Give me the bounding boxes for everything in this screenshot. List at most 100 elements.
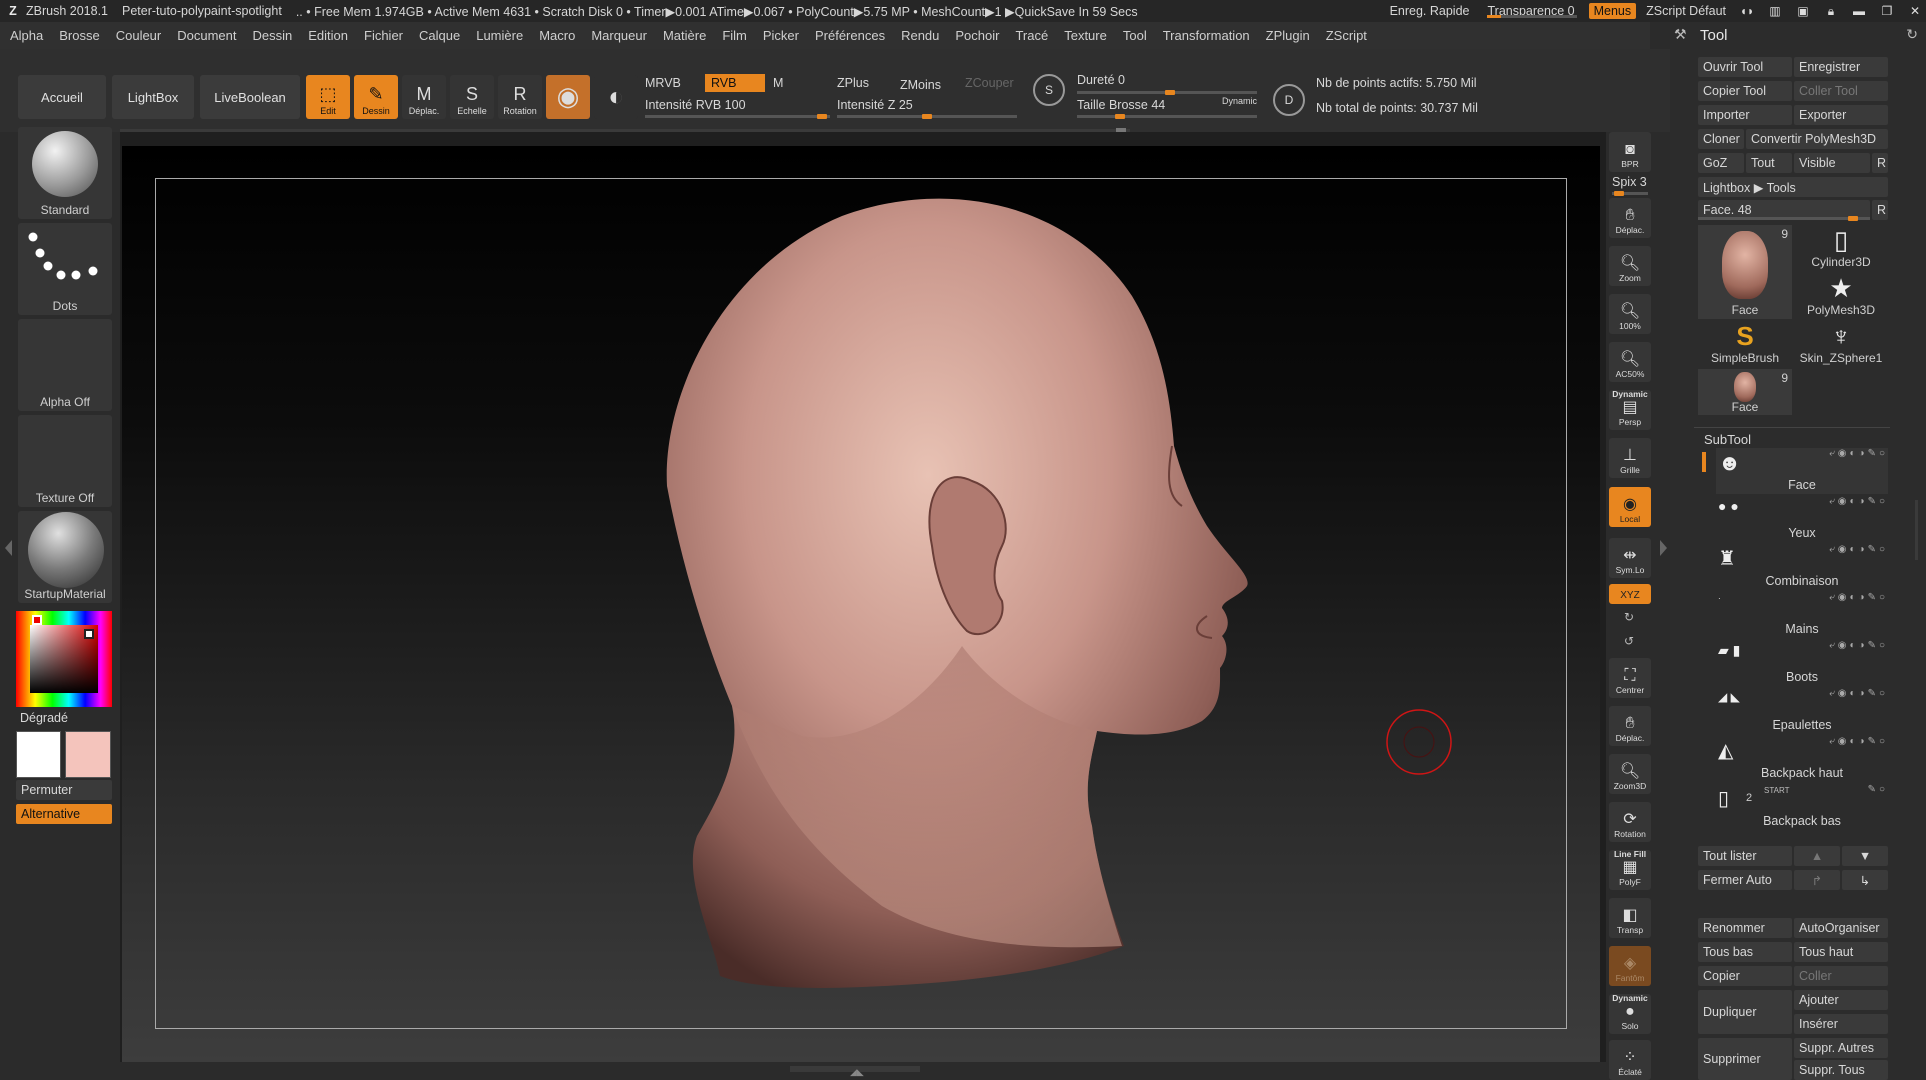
backpack-bottom-subtool-toggles[interactable]: ✎○ (1868, 784, 1888, 795)
main-color-swatch[interactable] (16, 731, 61, 778)
all-low-button[interactable]: Tous bas (1698, 942, 1792, 962)
tool-slider[interactable]: Face. 48 (1698, 200, 1870, 221)
xyz-button[interactable]: XYZ (1609, 584, 1651, 604)
floor-grid-button[interactable]: ⊥ Grille (1609, 438, 1651, 478)
refresh-icon[interactable]: ↻ (1906, 26, 1918, 43)
rvb-toggle[interactable]: RVB (705, 74, 765, 92)
copy-tool-button[interactable]: Copier Tool (1698, 81, 1792, 101)
boots-subtool-toggles[interactable]: ⤶◉◐◑✎○ (1829, 640, 1888, 651)
ghost-button[interactable]: ◈ Fantôm (1609, 946, 1651, 986)
face-subtool-toggles[interactable]: ⤶◉◐◑✎○ (1829, 448, 1888, 459)
brush-picker[interactable]: Standard (18, 127, 112, 219)
polymesh-tool-thumb[interactable]: ★ PolyMesh3D (1794, 273, 1888, 319)
rotate-y-icon[interactable]: ↻ (1624, 610, 1634, 624)
all-high-button[interactable]: Tous haut (1794, 942, 1888, 962)
save-tool-button[interactable]: Enregistrer (1794, 57, 1888, 77)
delete-all-button[interactable]: Suppr. Tous (1794, 1060, 1888, 1080)
menu-calque[interactable]: Calque (419, 28, 460, 43)
half-size-button[interactable]: 🔍︎ AC50% (1609, 342, 1651, 382)
subtool-row-eyes[interactable]: ● ● ⤶◉◐◑✎○ Yeux (1716, 496, 1888, 542)
menu-zscript[interactable]: ZScript (1326, 28, 1367, 43)
subtool-title[interactable]: SubTool (1704, 432, 1751, 447)
transparency-slider[interactable]: Transparence 0 (1481, 4, 1580, 18)
dynamic-size-toggle[interactable]: Dynamic (1222, 96, 1257, 106)
subtool-scroll-indicator[interactable] (1702, 452, 1706, 472)
tool-slider-r-button[interactable]: R (1872, 200, 1888, 220)
rename-button[interactable]: Renommer (1698, 918, 1792, 938)
alpha-picker[interactable]: Alpha Off (18, 319, 112, 411)
goz-visible-button[interactable]: Visible (1794, 153, 1870, 173)
append-button[interactable]: Ajouter (1794, 990, 1888, 1010)
scale-button[interactable]: S Echelle (450, 75, 494, 119)
config-icon[interactable]: ◖◗ (1736, 4, 1758, 18)
list-all-button[interactable]: Tout lister (1698, 846, 1792, 866)
menu-preferences[interactable]: Préférences (815, 28, 885, 43)
hardness-slider[interactable] (1077, 90, 1257, 95)
skin-zsphere-tool-thumb[interactable]: ♆ Skin_ZSphere1 (1794, 321, 1888, 367)
explode-button[interactable]: ⁘ Éclaté (1609, 1040, 1651, 1080)
menu-tool[interactable]: Tool (1123, 28, 1147, 43)
material-preview-button[interactable]: ◉ (546, 75, 590, 119)
subtool-row-backpack-top[interactable]: ◭ ⤶◉◐◑✎○ Backpack haut (1716, 736, 1888, 782)
move-up-arrow-icon[interactable]: ▲ (1794, 846, 1840, 866)
frame-button[interactable]: ⛶ Centrer (1609, 658, 1651, 698)
minimize-icon[interactable]: ▬ (1848, 4, 1870, 18)
hands-subtool-toggles[interactable]: ⤶◉◐◑✎○ (1829, 592, 1888, 603)
draw-button[interactable]: ✎ Dessin (354, 75, 398, 119)
arrow-down-right-icon[interactable]: ↳ (1842, 870, 1888, 890)
solo-button[interactable]: Dynamic ● Solo (1609, 994, 1651, 1034)
move-view-button[interactable]: ✋︎ Déplac. (1609, 198, 1651, 238)
goz-button[interactable]: GoZ (1698, 153, 1744, 173)
menu-rendu[interactable]: Rendu (901, 28, 939, 43)
draw-size-icon[interactable]: D (1273, 84, 1305, 116)
alternative-button[interactable]: Alternative (16, 804, 112, 824)
auto-collapse-button[interactable]: Fermer Auto (1698, 870, 1792, 890)
menu-picker[interactable]: Picker (763, 28, 799, 43)
accueil-button[interactable]: Accueil (18, 75, 106, 119)
lock-icon[interactable]: 🔒︎ (1820, 4, 1842, 19)
menu-marqueur[interactable]: Marqueur (591, 28, 647, 43)
rotate-3d-button[interactable]: ⟳ Rotation (1609, 802, 1651, 842)
menu-pochoir[interactable]: Pochoir (955, 28, 999, 43)
backpack-top-subtool-toggles[interactable]: ⤶◉◐◑✎○ (1829, 736, 1888, 747)
tool-palette-title[interactable]: Tool (1670, 22, 1926, 48)
export-button[interactable]: Exporter (1794, 105, 1888, 125)
menu-matiere[interactable]: Matière (663, 28, 706, 43)
m-toggle[interactable]: M (773, 76, 783, 90)
simplebrush-tool-thumb[interactable]: S SimpleBrush (1698, 321, 1792, 367)
paste-subtool-button[interactable]: Coller (1794, 966, 1888, 986)
zsub-toggle[interactable]: ZMoins (900, 78, 941, 92)
menu-fichier[interactable]: Fichier (364, 28, 403, 43)
delete-button[interactable]: Supprimer (1698, 1038, 1792, 1080)
texture-picker[interactable]: Texture Off (18, 415, 112, 507)
cylinder-tool-thumb[interactable]: ▯ Cylinder3D (1794, 225, 1888, 271)
stroke-picker[interactable]: Dots (18, 223, 112, 315)
subtool-row-suit[interactable]: ♜ ⤶◉◐◑✎○ Combinaison (1716, 544, 1888, 590)
local-symmetry-button[interactable]: ◉ Local (1609, 487, 1651, 527)
gradient-sphere-button[interactable]: ◐ (594, 75, 638, 119)
menu-document[interactable]: Document (177, 28, 236, 43)
menu-transformation[interactable]: Transformation (1163, 28, 1250, 43)
menu-macro[interactable]: Macro (539, 28, 575, 43)
zadd-toggle[interactable]: ZPlus (837, 76, 869, 90)
zcut-toggle[interactable]: ZCouper (965, 76, 1014, 90)
menu-zplugin[interactable]: ZPlugin (1266, 28, 1310, 43)
rgb-intensity-slider[interactable] (645, 114, 830, 119)
menu-alpha[interactable]: Alpha (10, 28, 43, 43)
menu-texture[interactable]: Texture (1064, 28, 1107, 43)
goz-r-button[interactable]: R (1872, 153, 1888, 173)
color-picker[interactable] (16, 611, 112, 707)
focal-shift-icon[interactable]: S (1033, 74, 1065, 106)
zscript-default-button[interactable]: ZScript Défaut (1642, 4, 1730, 18)
polyframe-button[interactable]: Line Fill ▦ PolyF (1609, 850, 1651, 890)
lightbox-button[interactable]: LightBox (112, 75, 194, 119)
eyes-subtool-toggles[interactable]: ⤶◉◐◑✎○ (1829, 496, 1888, 507)
menu-edition[interactable]: Edition (308, 28, 348, 43)
goz-all-button[interactable]: Tout (1746, 153, 1792, 173)
ui-icon[interactable]: ▣ (1792, 4, 1814, 18)
color-marker[interactable] (84, 629, 94, 639)
face-tool-thumb-small[interactable]: 9 Face (1698, 369, 1792, 415)
actual-size-button[interactable]: 🔍︎ 100% (1609, 294, 1651, 334)
secondary-color-swatch[interactable] (65, 731, 111, 778)
layout-icon[interactable]: ▥ (1764, 4, 1786, 18)
